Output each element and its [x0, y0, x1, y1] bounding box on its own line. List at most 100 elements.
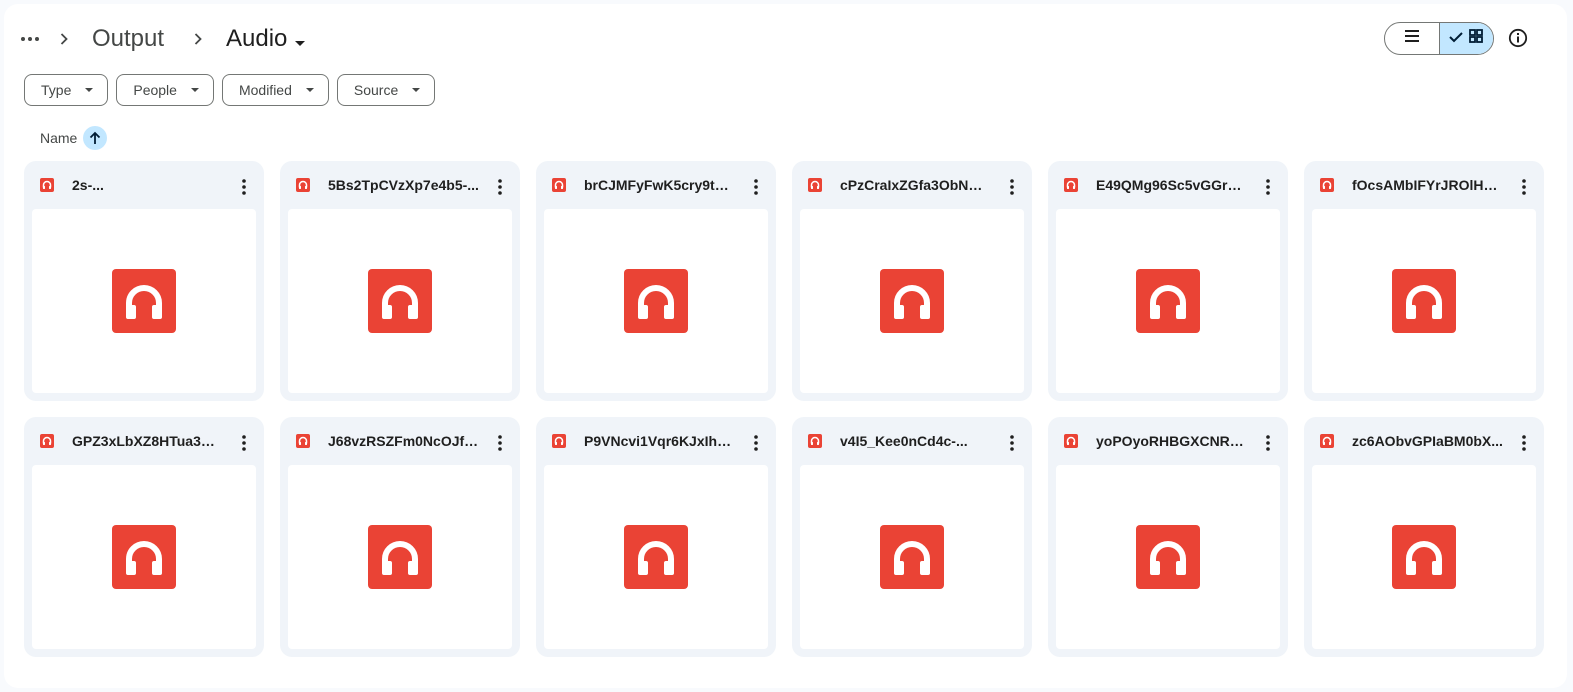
headphones-icon	[880, 525, 944, 589]
more-vert-icon[interactable]	[232, 175, 256, 199]
breadcrumb-audio-label: Audio	[226, 25, 288, 52]
list-view-icon	[1404, 29, 1420, 48]
more-horiz-icon[interactable]	[18, 27, 42, 51]
more-vert-icon[interactable]	[1256, 175, 1280, 199]
filter-modified[interactable]: Modified	[221, 74, 329, 106]
list-view-button[interactable]	[1385, 23, 1439, 54]
audio-file-icon	[552, 178, 566, 192]
audio-file-icon	[40, 434, 54, 448]
audio-file-icon	[1320, 434, 1334, 448]
more-vert-icon[interactable]	[744, 175, 768, 199]
file-card-header: fOcsAMbIFYrJROlH7b...	[1304, 161, 1544, 209]
file-name: brCJMFyFwK5cry9t1e...	[584, 177, 736, 193]
filter-modified-label: Modified	[238, 82, 292, 98]
file-card[interactable]: E49QMg96Sc5vGGrE...	[1048, 161, 1288, 401]
file-card[interactable]: v4I5_Kee0nCd4c-...	[792, 417, 1032, 657]
audio-file-icon	[808, 178, 822, 192]
file-thumbnail[interactable]	[32, 209, 256, 393]
file-card[interactable]: fOcsAMbIFYrJROlH7b...	[1304, 161, 1544, 401]
caret-down-icon	[85, 88, 94, 92]
file-thumbnail[interactable]	[32, 465, 256, 649]
headphones-icon	[112, 269, 176, 333]
file-card-header: cPzCraIxZGfa3ObNW...	[792, 161, 1032, 209]
file-name: GPZ3xLbXZ8HTua3HE...	[72, 433, 224, 449]
file-card-header: P9VNcvi1Vqr6KJxIhx_i...	[536, 417, 776, 465]
file-card[interactable]: brCJMFyFwK5cry9t1e...	[536, 161, 776, 401]
headphones-icon	[1136, 525, 1200, 589]
more-vert-icon[interactable]	[1512, 431, 1536, 455]
file-thumbnail[interactable]	[1056, 465, 1280, 649]
file-card[interactable]: P9VNcvi1Vqr6KJxIhx_i...	[536, 417, 776, 657]
file-thumbnail[interactable]	[544, 465, 768, 649]
more-vert-icon[interactable]	[488, 431, 512, 455]
file-card[interactable]: yoPOyoRHBGXCNRkg...	[1048, 417, 1288, 657]
headphones-icon	[1392, 269, 1456, 333]
filter-bar: Type People Modified Source	[24, 74, 436, 106]
file-name: v4I5_Kee0nCd4c-...	[840, 433, 968, 449]
file-thumbnail[interactable]	[544, 209, 768, 393]
headphones-icon	[368, 269, 432, 333]
more-vert-icon[interactable]	[1512, 175, 1536, 199]
filter-type-label: Type	[41, 82, 72, 98]
more-vert-icon[interactable]	[232, 431, 256, 455]
headphones-icon	[368, 525, 432, 589]
audio-file-icon	[808, 434, 822, 448]
file-thumbnail[interactable]	[800, 465, 1024, 649]
file-thumbnail[interactable]	[1312, 209, 1536, 393]
file-card[interactable]: zc6AObvGPIaBM0bX...	[1304, 417, 1544, 657]
file-name: 5Bs2TpCVzXp7e4b5-...	[328, 177, 479, 193]
file-browser: Output Audio Type People Modified Source…	[4, 4, 1567, 688]
arrow-up-icon[interactable]	[83, 126, 108, 150]
audio-file-icon	[552, 434, 566, 448]
file-card-header: 5Bs2TpCVzXp7e4b5-...	[280, 161, 520, 209]
audio-file-icon	[1064, 178, 1078, 192]
filter-people[interactable]: People	[116, 74, 214, 106]
headphones-icon	[880, 269, 944, 333]
file-card-header: zc6AObvGPIaBM0bX...	[1304, 417, 1544, 465]
file-name: P9VNcvi1Vqr6KJxIhx_i...	[584, 433, 736, 449]
view-toggle	[1384, 22, 1494, 55]
more-vert-icon[interactable]	[1000, 431, 1024, 455]
file-card[interactable]: GPZ3xLbXZ8HTua3HE...	[24, 417, 264, 657]
file-card[interactable]: 5Bs2TpCVzXp7e4b5-...	[280, 161, 520, 401]
file-card-header: v4I5_Kee0nCd4c-...	[792, 417, 1032, 465]
more-vert-icon[interactable]	[744, 431, 768, 455]
caret-down-icon	[190, 88, 199, 92]
audio-file-icon	[296, 178, 310, 192]
headphones-icon	[624, 269, 688, 333]
caret-down-icon	[295, 23, 306, 57]
file-card[interactable]: 2s-...	[24, 161, 264, 401]
breadcrumb-output[interactable]: Output	[92, 22, 164, 56]
check-icon	[1449, 30, 1464, 48]
file-card-header: J68vzRSZFm0NcOJfo...	[280, 417, 520, 465]
more-vert-icon[interactable]	[1256, 431, 1280, 455]
sort-by-name[interactable]: Name	[40, 125, 108, 151]
audio-file-icon	[296, 434, 310, 448]
file-thumbnail[interactable]	[1056, 209, 1280, 393]
info-icon[interactable]	[1506, 26, 1530, 50]
audio-file-icon	[1064, 434, 1078, 448]
file-grid: 2s-... 5Bs2TpCVzXp7e4b5-... brCJMFyFwK5c…	[24, 161, 1544, 657]
headphones-icon	[112, 525, 176, 589]
filter-source-label: Source	[353, 82, 399, 98]
grid-view-icon	[1469, 29, 1484, 48]
filter-people-label: People	[133, 82, 177, 98]
file-thumbnail[interactable]	[288, 465, 512, 649]
headphones-icon	[1392, 525, 1456, 589]
file-name: 2s-...	[72, 177, 104, 193]
grid-view-button[interactable]	[1438, 23, 1493, 54]
more-vert-icon[interactable]	[1000, 175, 1024, 199]
file-name: J68vzRSZFm0NcOJfo...	[328, 433, 480, 449]
breadcrumb-audio[interactable]: Audio	[226, 22, 306, 57]
file-thumbnail[interactable]	[800, 209, 1024, 393]
file-thumbnail[interactable]	[288, 209, 512, 393]
file-name: cPzCraIxZGfa3ObNW...	[840, 177, 992, 193]
header: Output Audio	[4, 4, 1567, 74]
file-thumbnail[interactable]	[1312, 465, 1536, 649]
filter-type[interactable]: Type	[24, 74, 109, 106]
file-card-header: 2s-...	[24, 161, 264, 209]
file-card[interactable]: J68vzRSZFm0NcOJfo...	[280, 417, 520, 657]
file-card[interactable]: cPzCraIxZGfa3ObNW...	[792, 161, 1032, 401]
more-vert-icon[interactable]	[488, 175, 512, 199]
filter-source[interactable]: Source	[336, 74, 436, 106]
